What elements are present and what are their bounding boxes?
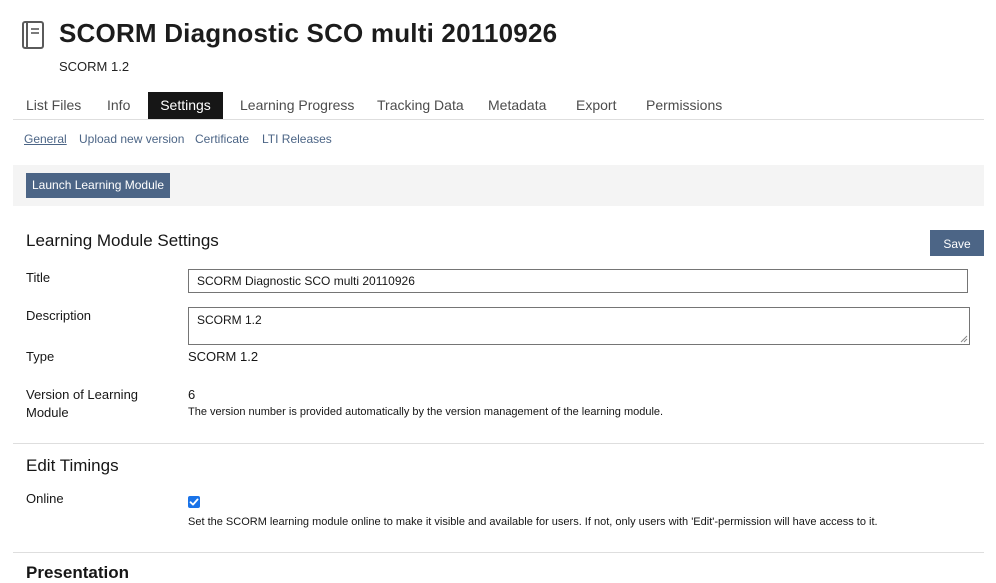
presentation-heading: Presentation xyxy=(26,563,129,582)
tab-info[interactable]: Info xyxy=(107,92,130,119)
description-label: Description xyxy=(26,308,92,323)
tab-settings[interactable]: Settings xyxy=(148,92,223,119)
save-button[interactable]: Save xyxy=(930,230,984,256)
title-label: Title xyxy=(26,270,51,285)
online-label: Online xyxy=(26,491,64,506)
toolbar: Launch Learning Module xyxy=(13,165,984,206)
version-label: Version of Learning Module xyxy=(26,387,139,420)
launch-learning-module-button[interactable]: Launch Learning Module xyxy=(26,173,171,198)
section-divider xyxy=(13,552,984,553)
tab-permissions[interactable]: Permissions xyxy=(646,92,722,119)
book-icon xyxy=(22,21,44,49)
checkmark-icon xyxy=(189,498,199,506)
resize-grip-icon[interactable] xyxy=(960,335,968,343)
tab-export[interactable]: Export xyxy=(576,92,616,119)
subtab-upload-new-version[interactable]: Upload new version xyxy=(79,132,184,146)
subtab-lti-releases[interactable]: LTI Releases xyxy=(262,132,332,146)
online-checkbox[interactable] xyxy=(188,496,200,508)
section-divider xyxy=(13,443,984,444)
edit-timings-heading: Edit Timings xyxy=(26,456,119,475)
tab-metadata[interactable]: Metadata xyxy=(488,92,546,119)
version-value: 6 xyxy=(188,387,196,402)
title-input[interactable]: SCORM Diagnostic SCO multi 20110926 xyxy=(188,269,968,293)
tab-learning-progress[interactable]: Learning Progress xyxy=(240,92,354,119)
version-help-text: The version number is provided automatic… xyxy=(188,406,664,418)
settings-heading: Learning Module Settings xyxy=(26,231,219,250)
tab-bar: List Files Info Settings Learning Progre… xyxy=(13,92,984,120)
page-title: SCORM Diagnostic SCO multi 20110926 xyxy=(59,18,558,48)
subtab-certificate[interactable]: Certificate xyxy=(195,132,249,146)
description-textarea[interactable]: SCORM 1.2 xyxy=(188,307,970,345)
tab-tracking-data[interactable]: Tracking Data xyxy=(377,92,464,119)
subtab-general[interactable]: General xyxy=(24,132,67,146)
type-value: SCORM 1.2 xyxy=(188,349,259,364)
description-text: SCORM 1.2 xyxy=(197,313,262,327)
type-label: Type xyxy=(26,349,55,364)
tab-list-files[interactable]: List Files xyxy=(26,92,81,119)
online-help-text: Set the SCORM learning module online to … xyxy=(188,516,878,528)
page-subtitle: SCORM 1.2 xyxy=(59,59,130,74)
